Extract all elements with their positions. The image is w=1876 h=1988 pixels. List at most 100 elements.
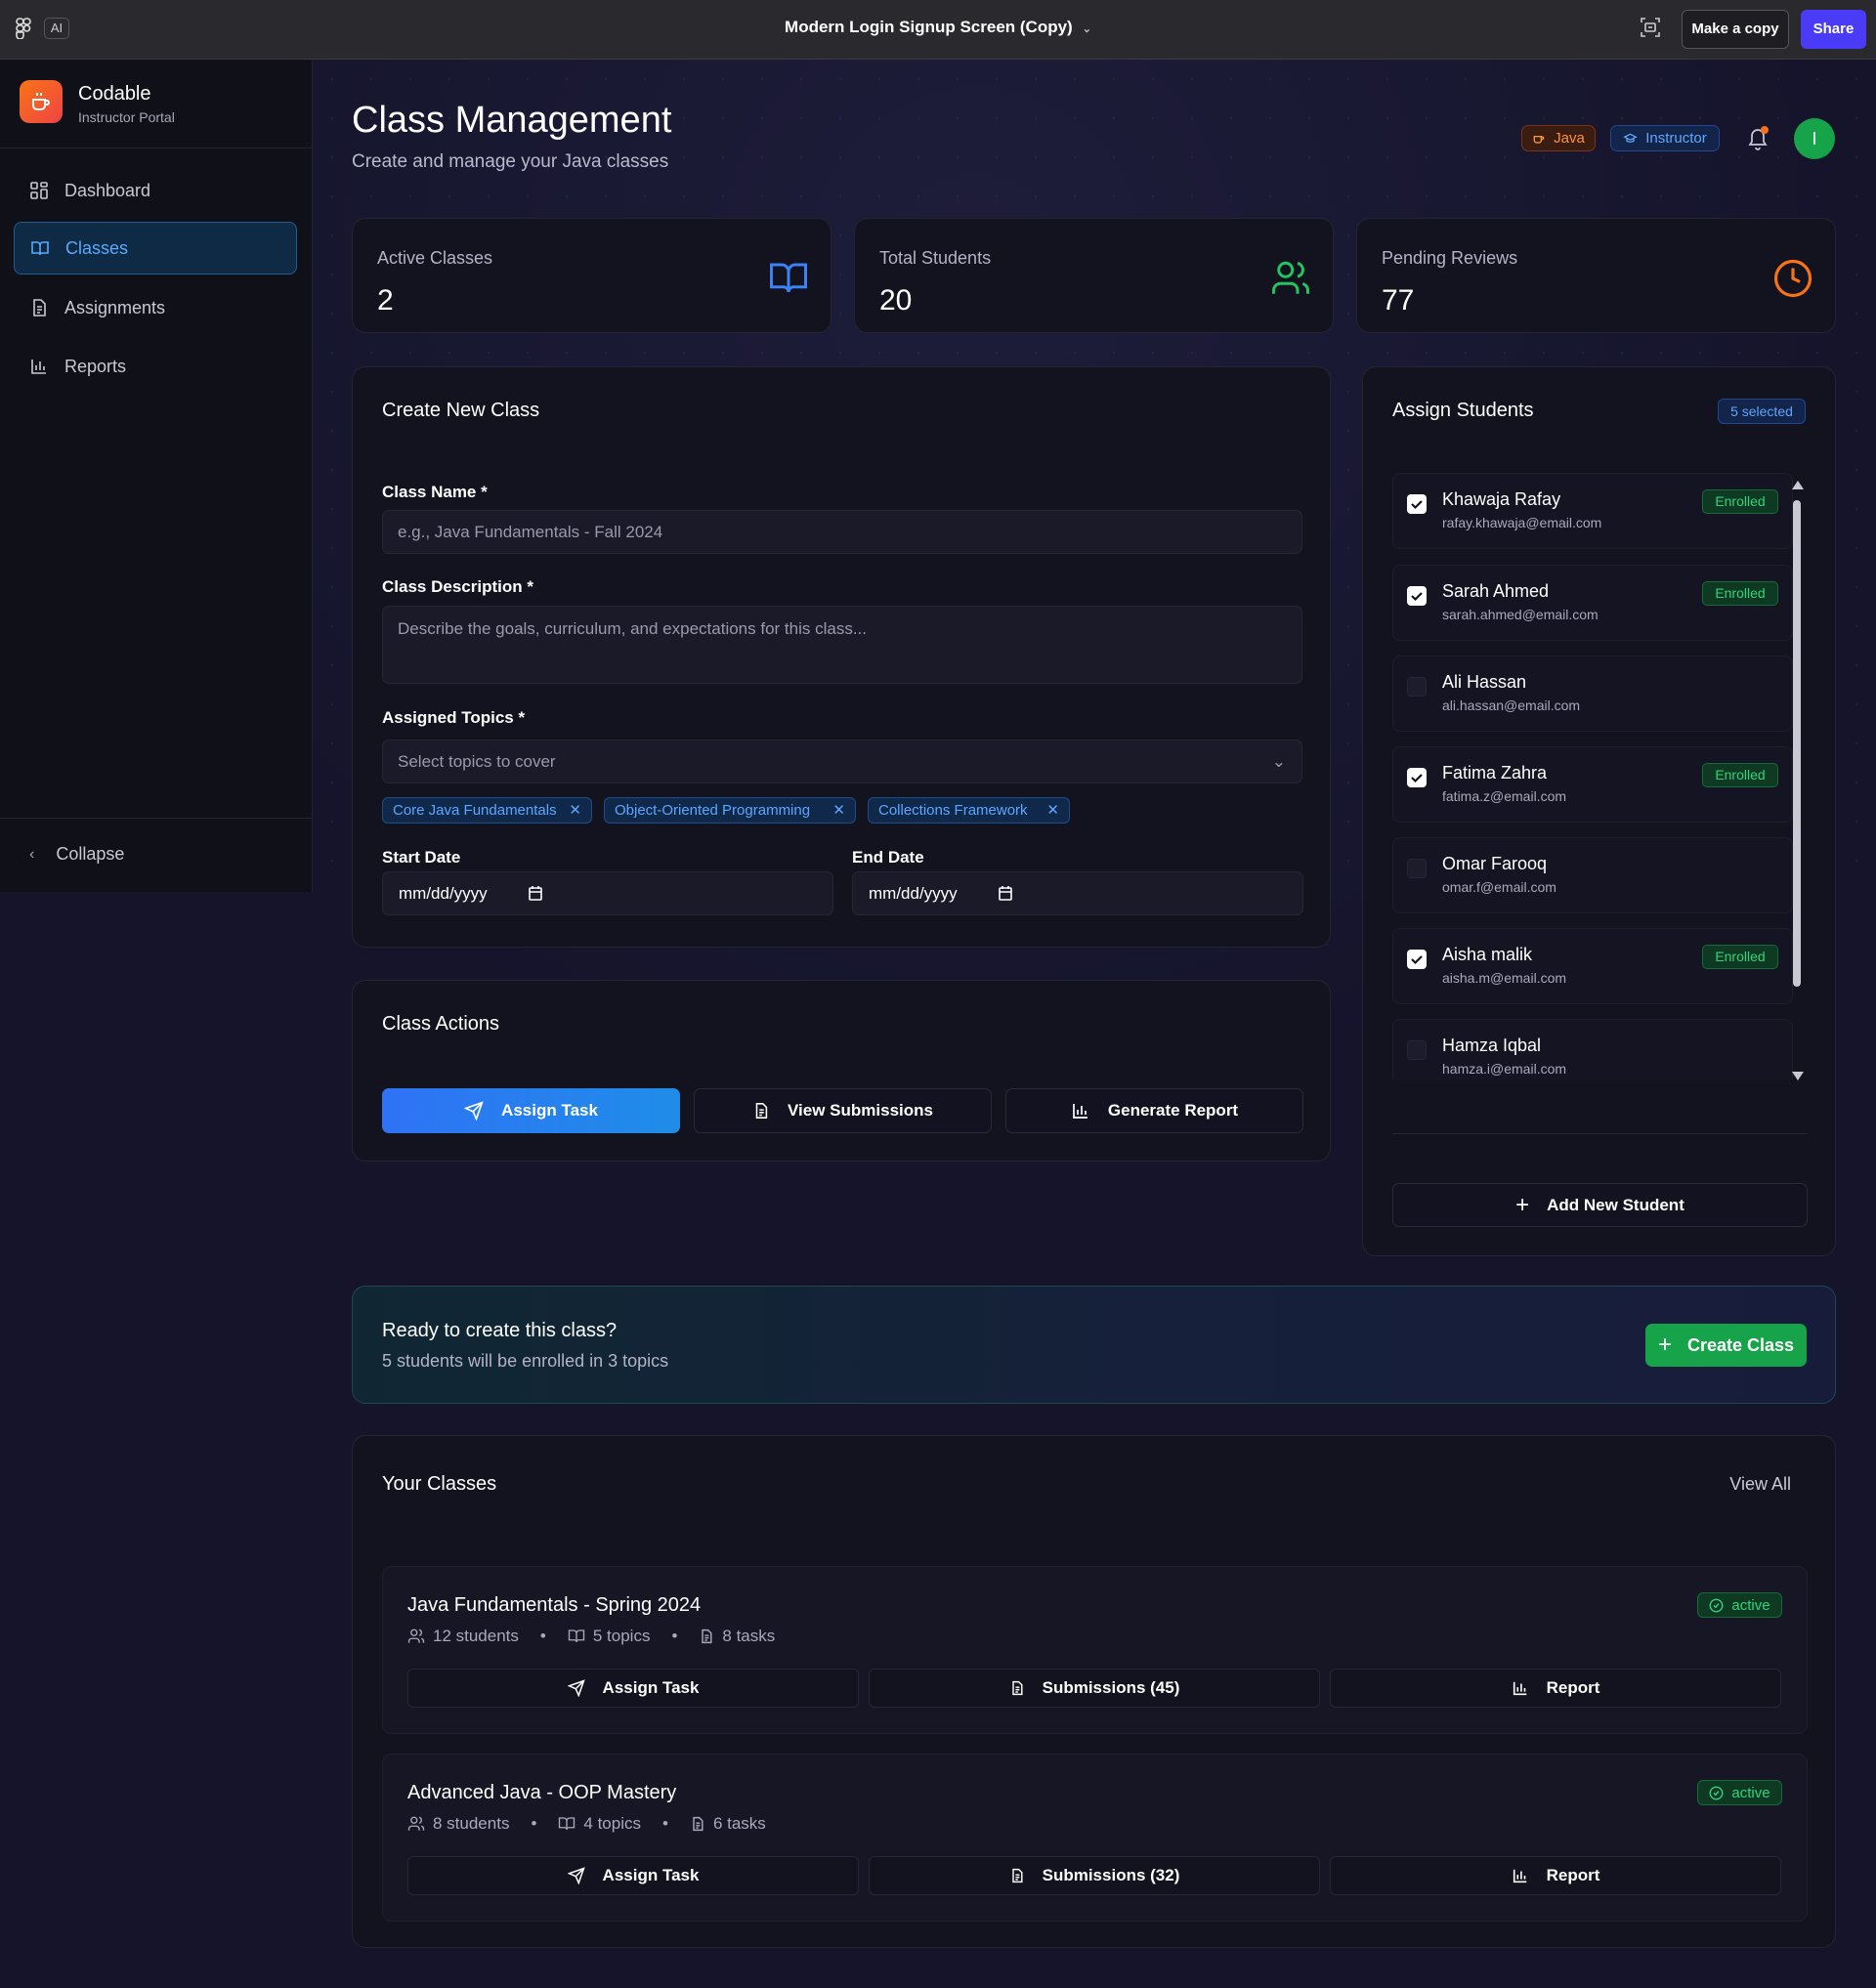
student-count: 12 students [433, 1627, 519, 1645]
checkbox[interactable] [1407, 768, 1427, 787]
stat-value: 77 [1382, 284, 1415, 317]
check-circle-icon [1709, 1786, 1724, 1799]
report-button[interactable]: Report [1330, 1856, 1781, 1895]
add-student-button[interactable]: + Add New Student [1392, 1183, 1808, 1227]
student-item[interactable]: Hamza Iqbal hamza.i@email.com [1392, 1019, 1793, 1079]
checkbox[interactable] [1407, 950, 1427, 969]
sidebar-item-assignments[interactable]: Assignments [14, 281, 297, 334]
stat-label: Total Students [879, 248, 992, 268]
class-description-label: Class Description * [382, 577, 533, 596]
topic-tag-label: Core Java Fundamentals [393, 802, 557, 819]
clock-icon [1773, 259, 1812, 298]
topics-select[interactable]: Select topics to cover ⌄ [382, 740, 1302, 783]
topic-tag: Collections Framework ✕ [868, 797, 1070, 824]
badge-label: Instructor [1645, 130, 1707, 147]
end-date-label: End Date [852, 848, 924, 867]
collapse-label: Collapse [56, 844, 125, 864]
student-item[interactable]: Sarah Ahmed sarah.ahmed@email.com Enroll… [1392, 565, 1793, 641]
file-title[interactable]: Modern Login Signup Screen (Copy) ⌄ [0, 18, 1876, 37]
plus-icon: + [1515, 1191, 1530, 1218]
enrolled-badge: Enrolled [1702, 489, 1778, 514]
start-date-input[interactable]: mm/dd/yyyy [382, 871, 833, 915]
assign-task-button[interactable]: Assign Task [407, 1856, 859, 1895]
checkbox[interactable] [1407, 677, 1427, 697]
student-item[interactable]: Khawaja Rafay rafay.khawaja@email.com En… [1392, 473, 1793, 549]
student-item[interactable]: Aisha malik aisha.m@email.com Enrolled [1392, 928, 1793, 1004]
checkbox[interactable] [1407, 1040, 1427, 1060]
class-name: Java Fundamentals - Spring 2024 [407, 1594, 702, 1616]
student-email: ali.hassan@email.com [1442, 698, 1581, 713]
class-actions-card: Class Actions Assign Task View Submissio… [352, 980, 1331, 1162]
close-icon[interactable]: ✕ [1046, 798, 1059, 823]
bell-icon[interactable] [1746, 125, 1769, 150]
bar-chart-icon [1073, 1104, 1087, 1119]
stat-value: 2 [377, 284, 394, 317]
section-title: Create New Class [382, 400, 540, 421]
chevron-down-icon: ⌄ [1271, 752, 1286, 771]
sidebar-item-label: Assignments [64, 297, 166, 317]
scroll-up-arrow[interactable] [1792, 481, 1804, 489]
submissions-button[interactable]: Submissions (45) [869, 1669, 1320, 1708]
checkbox[interactable] [1407, 859, 1427, 878]
selected-count-badge: 5 selected [1718, 399, 1806, 424]
student-item[interactable]: Fatima Zahra fatima.z@email.com Enrolled [1392, 746, 1793, 823]
checkbox[interactable] [1407, 586, 1427, 606]
file-icon [33, 299, 46, 317]
sidebar-item-classes[interactable]: Classes [14, 222, 297, 275]
topic-tag-label: Collections Framework [878, 802, 1028, 819]
student-name: Fatima Zahra [1442, 763, 1548, 783]
ready-banner: Ready to create this class? 5 students w… [352, 1286, 1836, 1404]
collapse-button[interactable]: ‹ Collapse [29, 844, 124, 865]
button-label: Report [1546, 1678, 1600, 1697]
view-submissions-button[interactable]: View Submissions [694, 1088, 992, 1133]
calendar-icon[interactable] [528, 885, 543, 902]
book-icon [568, 1629, 585, 1643]
date-placeholder: mm/dd/yyyy [869, 884, 958, 903]
stat-card-total-students: Total Students 20 [854, 218, 1334, 333]
student-item[interactable]: Ali Hassan ali.hassan@email.com [1392, 656, 1793, 732]
stat-label: Active Classes [377, 248, 493, 268]
assign-task-button[interactable]: Assign Task [382, 1088, 680, 1133]
assign-task-button[interactable]: Assign Task [407, 1669, 859, 1708]
file-icon [1011, 1868, 1023, 1883]
scrollbar-thumb[interactable] [1793, 500, 1801, 987]
enrolled-badge: Enrolled [1702, 581, 1778, 606]
share-button[interactable]: Share [1801, 10, 1866, 49]
checkbox[interactable] [1407, 494, 1427, 514]
graduation-cap-icon [1623, 133, 1639, 143]
close-icon[interactable]: ✕ [832, 798, 845, 823]
file-icon [755, 1103, 768, 1119]
page-title: Class Management [352, 100, 672, 141]
check-circle-icon [1709, 1598, 1724, 1612]
grid-icon [30, 182, 48, 199]
close-icon[interactable]: ✕ [569, 798, 581, 823]
class-meta: 8 students • 4 topics • 6 tasks [407, 1814, 766, 1834]
class-card: Advanced Java - OOP Mastery 8 students •… [382, 1754, 1808, 1922]
topic-count: 5 topics [592, 1627, 651, 1645]
class-meta: 12 students • 5 topics • 8 tasks [407, 1627, 775, 1646]
view-all-link[interactable]: View All [1729, 1474, 1791, 1495]
sidebar-item-dashboard[interactable]: Dashboard [14, 164, 297, 217]
student-email: sarah.ahmed@email.com [1442, 607, 1599, 622]
create-class-card: Create New Class Class Name * e.g., Java… [352, 366, 1331, 948]
submissions-button[interactable]: Submissions (32) [869, 1856, 1320, 1895]
class-description-textarea[interactable]: Describe the goals, curriculum, and expe… [382, 606, 1302, 684]
end-date-input[interactable]: mm/dd/yyyy [852, 871, 1303, 915]
avatar[interactable]: I [1794, 118, 1835, 159]
make-copy-button[interactable]: Make a copy [1682, 10, 1789, 49]
class-name-input[interactable]: e.g., Java Fundamentals - Fall 2024 [382, 510, 1302, 554]
student-item[interactable]: Omar Farooq omar.f@email.com [1392, 837, 1793, 913]
generate-report-button[interactable]: Generate Report [1005, 1088, 1303, 1133]
send-icon [567, 1679, 585, 1697]
chevron-left-icon: ‹ [29, 845, 35, 863]
student-name: Sarah Ahmed [1442, 581, 1550, 601]
sidebar-item-reports[interactable]: Reports [14, 340, 297, 393]
report-button[interactable]: Report [1330, 1669, 1781, 1708]
calendar-icon[interactable] [998, 885, 1013, 902]
ready-subtitle: 5 students will be enrolled in 3 topics [382, 1351, 669, 1371]
bar-chart-icon [31, 360, 46, 374]
scroll-down-arrow[interactable] [1792, 1072, 1804, 1080]
brand-subtitle: Instructor Portal [78, 109, 175, 125]
present-icon[interactable] [1639, 16, 1664, 41]
create-class-button[interactable]: + Create Class [1645, 1324, 1807, 1367]
